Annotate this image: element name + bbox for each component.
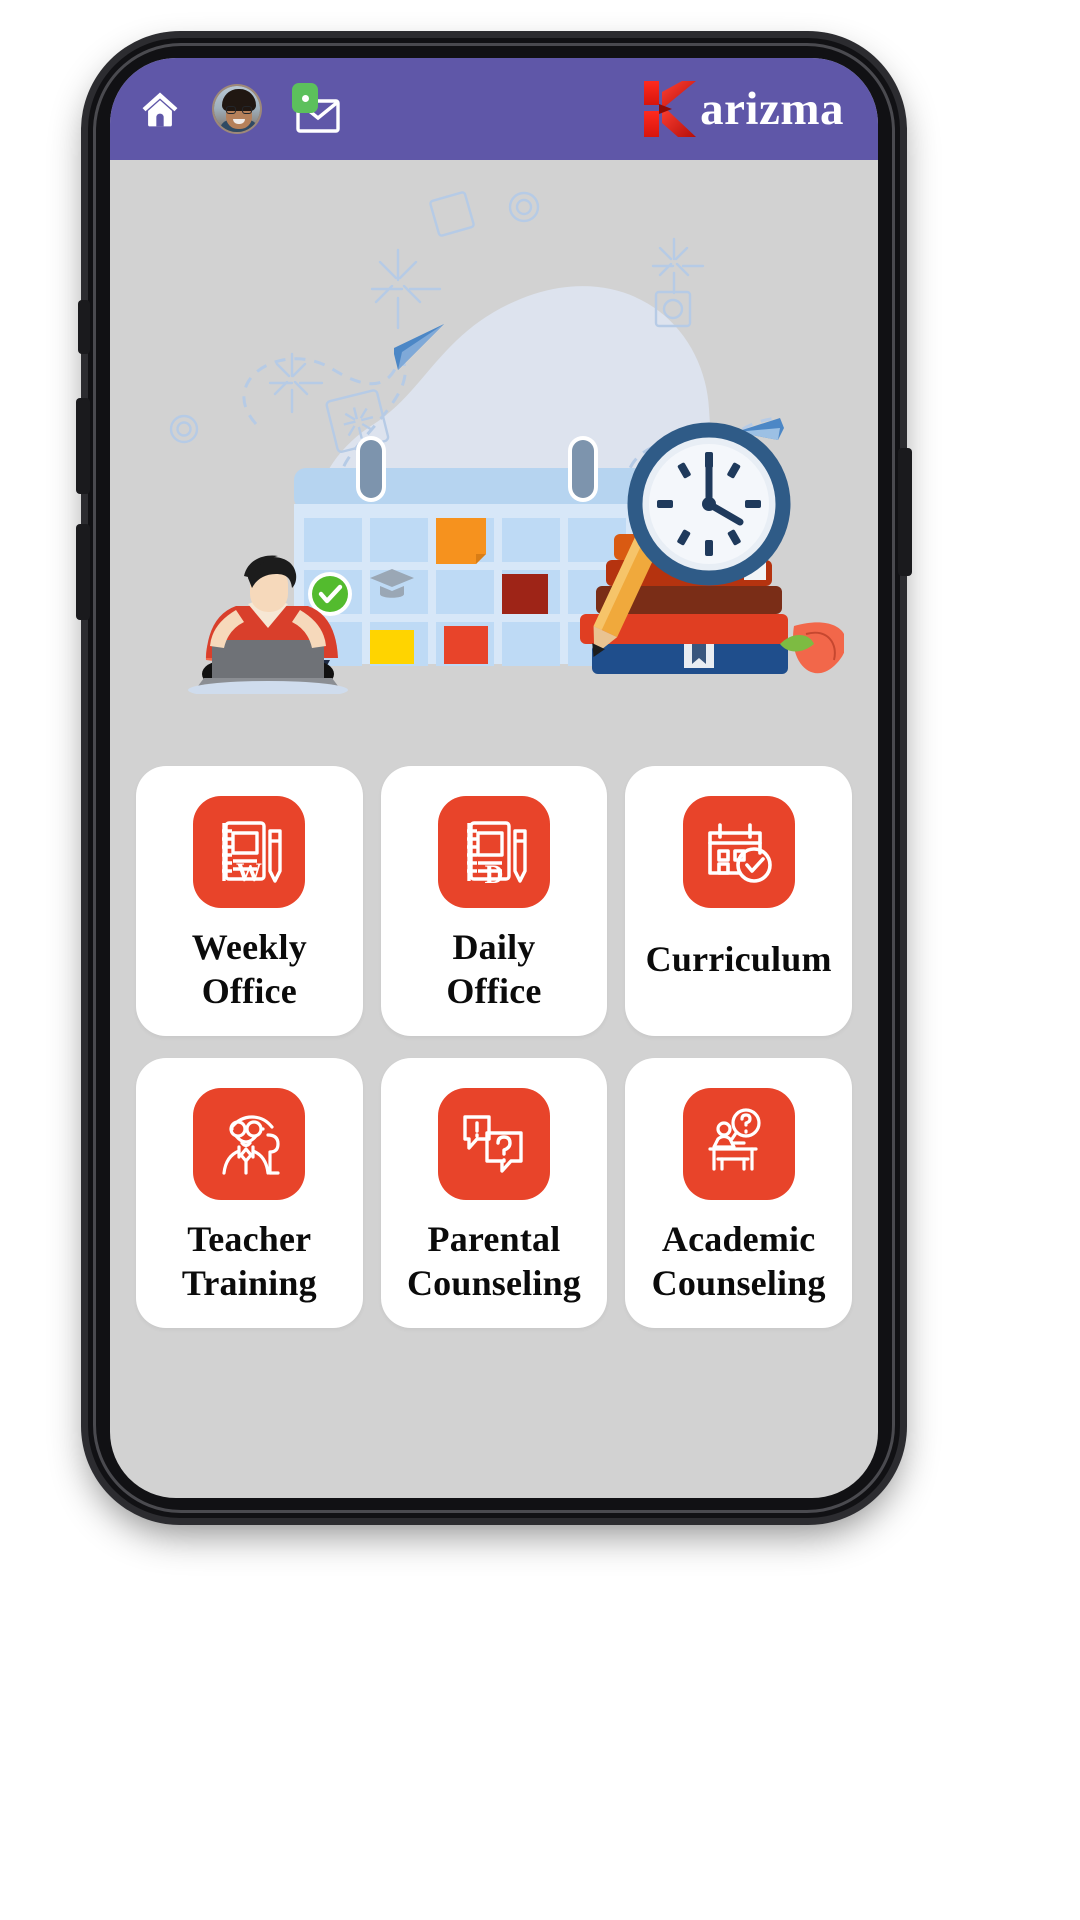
menu-grid: W Weekly Office D Daily Office Curriculu… [110,740,878,1328]
tile-teacher-training[interactable]: Teacher Training [136,1058,363,1328]
tile-label: Parental Counseling [406,1219,582,1303]
volume-up-button[interactable] [76,398,90,494]
sticky-note-dark-red [502,574,548,614]
mail-icon[interactable] [292,83,344,135]
tile-weekly-office[interactable]: W Weekly Office [136,766,363,1036]
home-icon[interactable] [138,87,182,131]
svg-text:W: W [236,858,262,887]
tile-label: Daily Office [446,927,542,1011]
teacher-pointer-icon [193,1088,306,1200]
tile-label: Curriculum [645,939,832,979]
decor-leaves [780,622,844,674]
tile-daily-office[interactable]: D Daily Office [380,766,608,1036]
app-header: arizma [110,58,878,160]
tile-parental-counseling[interactable]: Parental Counseling [380,1058,608,1328]
phone-screen: arizma W Weekly Office D Daily Office Cu… [110,58,878,1498]
calendar-check-icon [682,796,795,908]
tile-label: Weekly Office [191,927,307,1011]
header-left-actions [138,83,344,135]
tile-label: Academic Counseling [651,1219,826,1303]
brand-k-icon [644,81,697,137]
brand-name: arizma [700,83,844,135]
tile-curriculum[interactable]: Curriculum [625,766,852,1036]
brand-logo: arizma [642,78,844,140]
avatar[interactable] [212,84,262,134]
student-planning-calendar-illustration [169,191,844,694]
sticky-note-red [444,626,488,664]
power-button[interactable] [898,448,912,576]
sticky-note-yellow [370,630,414,664]
mute-switch-button[interactable] [78,300,90,354]
student-desk-question-icon [682,1088,795,1200]
hero-illustration [110,160,878,740]
svg-text:D: D [485,860,504,889]
volume-down-button[interactable] [76,524,90,620]
weekly-notebook-icon: W [193,796,306,908]
wall-clock [627,422,791,586]
tile-label: Teacher Training [181,1219,317,1303]
tile-academic-counseling[interactable]: Academic Counseling [625,1058,852,1328]
notification-dot-icon [292,83,318,113]
avatar-glasses [226,106,252,114]
daily-notebook-icon: D [437,796,550,908]
screenshot-root: arizma W Weekly Office D Daily Office Cu… [0,0,1080,1920]
chat-question-icon [437,1088,550,1200]
